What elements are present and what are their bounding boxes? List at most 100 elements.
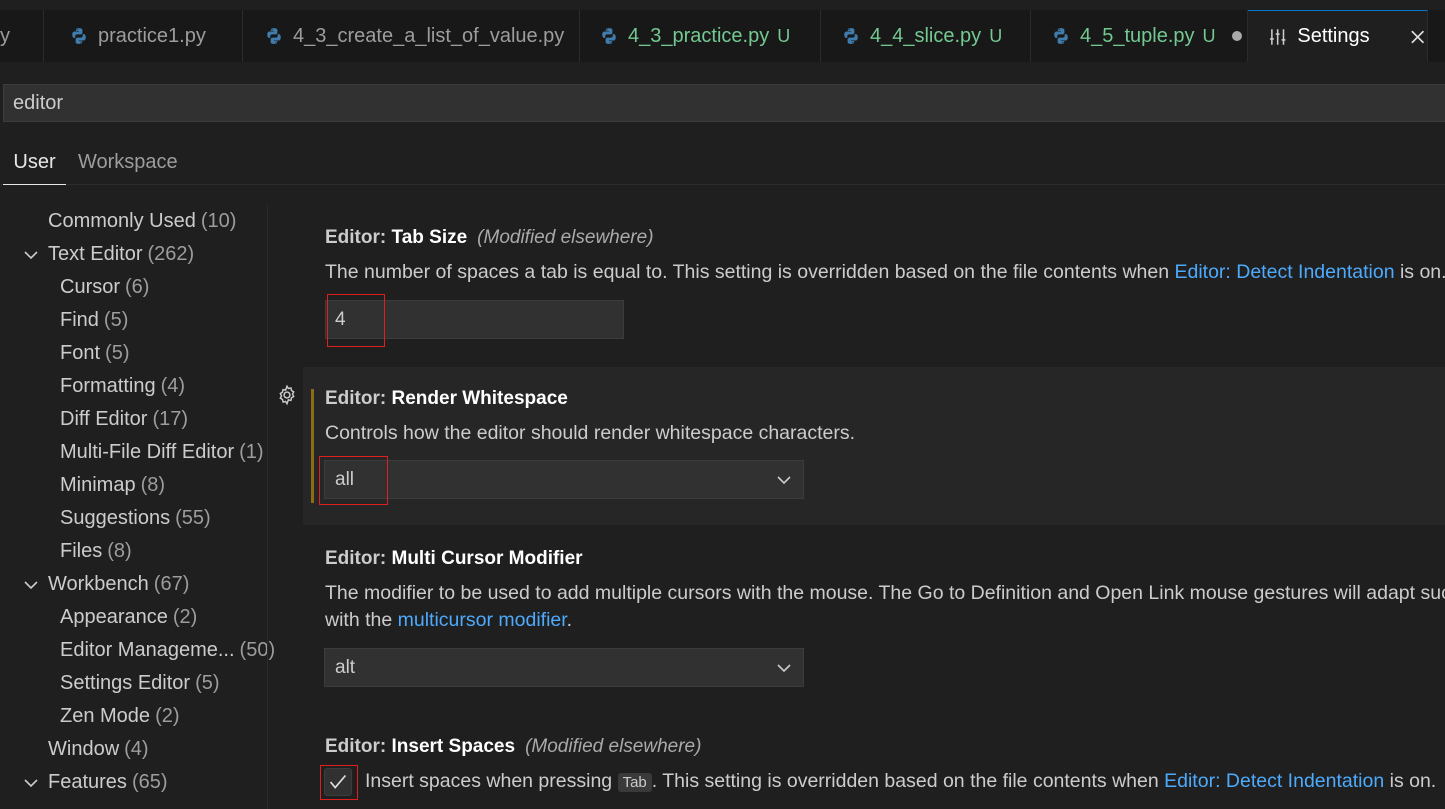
modified-elsewhere-link[interactable]: (Modified elsewhere) [525, 736, 701, 757]
setting-category: Editor: [325, 227, 392, 248]
toc-item[interactable]: Commonly Used (10) [48, 205, 236, 238]
settings-sliders-icon [1269, 28, 1286, 45]
description-text: The number of spaces a tab is equal to. … [325, 261, 1175, 283]
unsaved-dot-icon[interactable] [1231, 31, 1242, 41]
toc-item[interactable]: Minimap (8) [60, 469, 165, 502]
chevron-down-icon [777, 664, 791, 673]
toc-item-label: Window [48, 738, 120, 760]
python-icon [602, 28, 616, 44]
tab-label: Settings [1297, 25, 1370, 47]
toc-divider [267, 205, 268, 809]
select-value: alt [335, 656, 356, 678]
multicursor-modifier-link[interactable]: multicursor modifier [398, 609, 567, 631]
toc-item-label: Diff Editor [60, 408, 148, 430]
python-icon [844, 28, 858, 44]
editor-tab-bar: y practice1.py 4_3_create_a_list_of_valu… [0, 10, 1445, 62]
tab-partial[interactable]: y [0, 10, 44, 62]
tab-practice1[interactable]: practice1.py [44, 10, 243, 62]
settings-scope-tabs: User Workspace [0, 140, 1445, 185]
checkmark-icon [329, 774, 347, 789]
setting-name: Render Whitespace [391, 388, 568, 409]
python-icon [72, 28, 86, 44]
setting-description-insert-spaces: Insert spaces when pressing Tab. This se… [365, 768, 1436, 796]
setting-name: Multi Cursor Modifier [391, 548, 583, 569]
python-icon [1054, 28, 1068, 44]
setting-category: Editor: [325, 736, 392, 757]
description-text: is on. [1384, 770, 1437, 792]
toc-item[interactable]: Files (8) [60, 535, 132, 568]
settings-window: y practice1.py 4_3_create_a_list_of_valu… [0, 0, 1445, 809]
toc-item[interactable]: Features (65) [24, 766, 168, 799]
detect-indentation-link[interactable]: Editor: Detect Indentation [1174, 261, 1394, 283]
toc-item[interactable]: Formatting (4) [60, 370, 185, 403]
setting-title-render-whitespace: Editor: Render Whitespace [325, 388, 568, 410]
setting-description-render-whitespace: Controls how the editor should render wh… [325, 422, 856, 444]
setting-description-multi-cursor-line2: with the multicursor modifier. [325, 607, 572, 634]
detect-indentation-link[interactable]: Editor: Detect Indentation [1164, 770, 1384, 792]
toc-item[interactable]: Find (5) [60, 304, 128, 337]
untracked-badge: U [777, 25, 791, 46]
description-text: Insert spaces when pressing [365, 770, 618, 792]
chevron-down-icon[interactable] [22, 576, 40, 594]
toc-item[interactable]: Text Editor (262) [24, 238, 194, 271]
toc-item[interactable]: Diff Editor (17) [60, 403, 188, 436]
tab-label: 4_5_tuple.py [1080, 24, 1195, 47]
toc-item-count: (17) [152, 408, 189, 430]
toc-item[interactable]: Zen Mode (2) [60, 700, 180, 733]
close-icon[interactable] [1408, 27, 1427, 47]
tab-4-3-practice[interactable]: 4_3_practice.py U [580, 10, 821, 62]
setting-category: Editor: [325, 548, 392, 569]
toc-item-label: Multi-File Diff Editor [60, 441, 235, 463]
toc-item[interactable]: Font (5) [60, 337, 129, 370]
toc-item[interactable]: Settings Editor (5) [60, 667, 220, 700]
setting-title-multi-cursor: Editor: Multi Cursor Modifier [325, 548, 583, 570]
toc-item[interactable]: Multi-File Diff Editor (1) [60, 436, 264, 469]
chevron-down-icon[interactable] [22, 246, 40, 264]
toc-item-label: Minimap [60, 474, 136, 496]
render-whitespace-select[interactable]: all [324, 460, 804, 499]
toc-item-label: Commonly Used [48, 210, 196, 232]
toc-item-label: Features [48, 771, 127, 793]
insert-spaces-checkbox[interactable] [324, 768, 352, 796]
setting-description-multi-cursor: The modifier to be used to add multiple … [325, 582, 1445, 604]
modified-indicator [311, 389, 314, 503]
toc-item[interactable]: Window (4) [48, 733, 149, 766]
toc-item-count: (67) [153, 573, 190, 595]
toc-item[interactable]: Workbench (67) [24, 568, 190, 601]
setting-title-insert-spaces: Editor: Insert Spaces (Modified elsewhere… [325, 736, 701, 758]
tab-4-5-tuple[interactable]: 4_5_tuple.py U [1031, 10, 1248, 62]
chevron-down-icon[interactable] [22, 774, 40, 792]
tab-settings[interactable]: Settings [1248, 10, 1428, 62]
tab-label: 4_3_create_a_list_of_value.py [293, 24, 565, 47]
toc-item-count: (1) [239, 441, 264, 463]
toc-item-count: (5) [103, 309, 129, 331]
multi-cursor-modifier-select[interactable]: alt [324, 648, 804, 687]
scope-tab-workspace[interactable]: Workspace [78, 140, 178, 185]
chevron-down-icon [777, 476, 791, 485]
toc-item-count: (4) [124, 738, 149, 760]
settings-search-input[interactable]: editor [3, 84, 1445, 122]
tab-4-3-create-a-list[interactable]: 4_3_create_a_list_of_value.py [243, 10, 580, 62]
tab-label: practice1.py [98, 24, 206, 47]
toc-item-label: Workbench [48, 573, 149, 595]
gear-icon[interactable] [276, 384, 298, 406]
modified-elsewhere-link[interactable]: (Modified elsewhere) [477, 227, 653, 248]
toc-item[interactable]: Editor Manageme... (50) [60, 634, 275, 667]
toc-item[interactable]: Cursor (6) [60, 271, 149, 304]
untracked-badge: U [1202, 25, 1216, 46]
toc-item[interactable]: Appearance (2) [60, 601, 197, 634]
toc-item-label: Text Editor [48, 243, 143, 265]
select-value: all [335, 468, 355, 490]
toc-item[interactable]: Suggestions (55) [60, 502, 211, 535]
tab-4-4-slice[interactable]: 4_4_slice.py U [821, 10, 1031, 62]
toc-item-label: Settings Editor [60, 672, 191, 694]
toc-item-label: Appearance [60, 606, 168, 628]
toc-item-count: (65) [131, 771, 168, 793]
tab-label: y [0, 24, 10, 47]
settings-toc: Commonly Used (10) Text Editor (262) Cursor(… [0, 205, 275, 809]
toc-item-label: Font [60, 342, 101, 364]
toc-item-count: (10) [200, 210, 237, 232]
toc-item-count: (55) [175, 507, 211, 529]
scope-tab-user[interactable]: User [3, 140, 66, 185]
tab-size-input[interactable]: 4 [325, 300, 624, 339]
